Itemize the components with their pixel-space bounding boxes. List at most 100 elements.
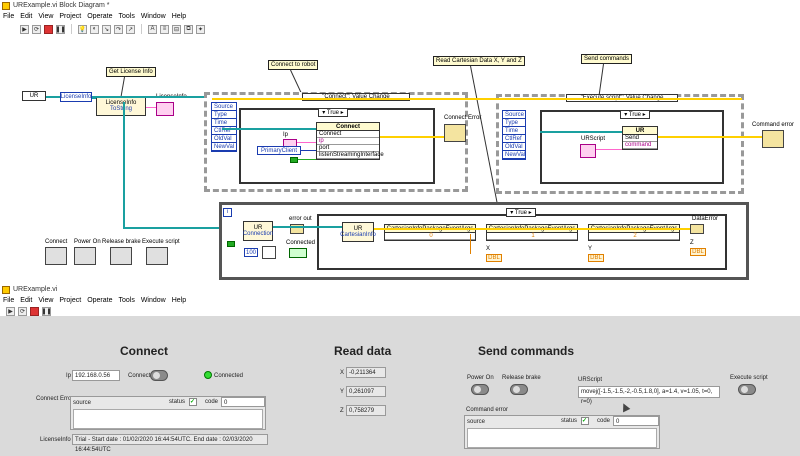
stop-terminal[interactable] xyxy=(227,241,235,247)
menu-project[interactable]: Project xyxy=(59,13,81,20)
case-selector-connect[interactable]: ▾ True ▸ xyxy=(318,108,348,117)
primary-client-constant[interactable]: PrimaryClient xyxy=(257,146,301,155)
toolbar-separator xyxy=(141,24,142,34)
true-constant[interactable] xyxy=(290,157,298,163)
command-error-indicator[interactable] xyxy=(762,130,784,148)
run-continuous-icon[interactable]: ⟳ xyxy=(32,24,41,34)
release-button-terminal[interactable] xyxy=(110,247,132,265)
wait-timer-icon[interactable] xyxy=(262,246,276,259)
connect-toggle[interactable] xyxy=(150,370,168,381)
menu-operate[interactable]: Operate xyxy=(87,297,112,304)
ip-input[interactable]: 192.168.0.56 xyxy=(72,370,120,381)
send-method-node[interactable]: UR Send command xyxy=(622,126,658,150)
highlight-icon[interactable]: 💡 xyxy=(78,24,87,34)
connect-button-terminal[interactable] xyxy=(45,247,67,265)
menu-view[interactable]: View xyxy=(38,13,53,20)
menu-operate[interactable]: Operate xyxy=(87,13,112,20)
poweron-button-terminal[interactable] xyxy=(74,247,96,265)
comment-connect[interactable]: Connect to robot xyxy=(268,60,319,70)
event-args-node-x[interactable]: CartesianInfoPackageEventArgs 0 xyxy=(384,224,476,241)
z-indicator[interactable]: DBL xyxy=(690,248,706,256)
connect-error-indicator[interactable] xyxy=(444,124,466,142)
connect-node-row: ip xyxy=(317,138,379,145)
connect-node-row: Connect xyxy=(317,131,379,138)
step-into-icon[interactable]: ↘ xyxy=(102,24,111,34)
align-icon[interactable]: ≡ xyxy=(160,24,169,34)
cmd-code-input[interactable]: 0 xyxy=(613,416,659,426)
distribute-icon[interactable]: ⊟ xyxy=(172,24,181,34)
menu-edit[interactable]: Edit xyxy=(20,297,32,304)
wait-ms-value: 100 xyxy=(245,249,256,256)
data-error-indicator[interactable] xyxy=(690,224,704,234)
menu-tools[interactable]: Tools xyxy=(118,13,134,20)
ur-constant[interactable]: UR xyxy=(22,91,46,101)
execute-button-terminal[interactable] xyxy=(146,247,168,265)
cleanup-icon[interactable]: ✦ xyxy=(196,24,205,34)
run-icon[interactable]: ▶ xyxy=(6,306,15,316)
connect-method-node[interactable]: Connect Connect ip port listenStreamingI… xyxy=(316,122,384,160)
license-label: LicenseInfo xyxy=(40,437,71,443)
command-error-label: Command error xyxy=(466,407,509,413)
release-brake-toggle[interactable] xyxy=(510,384,528,395)
menu-tools[interactable]: Tools xyxy=(118,297,134,304)
urscript-input[interactable]: movej([-1.5,-1.5,-2,-0.5,1.8,0], a=1.4, … xyxy=(578,386,720,405)
comment-license[interactable]: Get License Info xyxy=(106,67,156,77)
abort-icon[interactable] xyxy=(44,24,53,34)
license-tostring-node[interactable]: LicenseInfo ToString xyxy=(96,96,146,116)
wire-enum xyxy=(301,150,316,151)
event-data-list-connect: Source Type Time CtlRef OldVal NewVal xyxy=(211,102,237,152)
menu-file[interactable]: File xyxy=(3,13,14,20)
connect-error-label: Connect Error xyxy=(444,115,482,121)
loop-iteration-label: i xyxy=(226,209,229,215)
step-out-icon[interactable]: ↗ xyxy=(126,24,135,34)
comment-read[interactable]: Read Cartesian Data X, Y and Z xyxy=(433,56,525,66)
license-info-indicator[interactable] xyxy=(156,102,174,116)
menu-window[interactable]: Window xyxy=(141,297,166,304)
y-indicator[interactable]: DBL xyxy=(588,254,604,262)
cartesian-ur-node[interactable]: UR CartesianInfo xyxy=(340,222,376,242)
comment-send[interactable]: Send commands xyxy=(581,54,633,64)
source-textbox[interactable] xyxy=(73,409,263,429)
menu-help[interactable]: Help xyxy=(172,297,186,304)
run-icon[interactable]: ▶ xyxy=(20,24,29,34)
power-on-toggle[interactable] xyxy=(471,384,489,395)
status-check-icon[interactable]: ✓ xyxy=(189,398,197,406)
run-continuous-icon[interactable]: ⟳ xyxy=(18,306,27,316)
menu-view[interactable]: View xyxy=(38,297,53,304)
menu-window[interactable]: Window xyxy=(141,13,166,20)
diagram-canvas[interactable]: Get License Info Connect to robot Read C… xyxy=(0,36,800,282)
case-selector-execute[interactable]: ▾ True ▸ xyxy=(620,110,650,119)
event-args-node-z[interactable]: CartesianInfoPackageEventArgs 2 xyxy=(588,224,680,241)
pause-icon[interactable]: ❚❚ xyxy=(41,306,52,316)
wait-ms-constant[interactable]: 100 xyxy=(244,248,258,257)
menu-project[interactable]: Project xyxy=(59,297,81,304)
wire-ur-main xyxy=(123,102,125,228)
menu-file[interactable]: File xyxy=(3,297,14,304)
connected-indicator[interactable] xyxy=(289,248,307,258)
menu-edit[interactable]: Edit xyxy=(20,13,32,20)
event-args-node-y[interactable]: CartesianInfoPackageEventArgs 1 xyxy=(486,224,578,241)
wire-string xyxy=(146,107,156,108)
code-input[interactable]: 0 xyxy=(221,397,265,407)
cmd-status-check-icon[interactable]: ✓ xyxy=(581,417,589,425)
execute-script-toggle[interactable] xyxy=(738,384,756,395)
cmd-source-textbox[interactable] xyxy=(467,428,657,448)
x-indicator[interactable]: DBL xyxy=(486,254,502,262)
cartesian-ur-method: CartesianInfo xyxy=(340,232,376,238)
btn-label-execute: Execute script xyxy=(142,239,180,245)
connection-ur-node[interactable]: UR Connection xyxy=(243,221,273,241)
pause-icon[interactable]: ❚❚ xyxy=(55,24,66,34)
retain-wire-icon[interactable]: ◐ xyxy=(90,24,99,34)
titlebar: URExample.vi xyxy=(0,284,800,295)
event-item: Source xyxy=(503,112,525,119)
reorder-icon[interactable]: ⧉ xyxy=(184,24,193,34)
case-structure-read[interactable] xyxy=(317,214,727,270)
event-item: NewVal xyxy=(503,152,526,159)
case-selector-read[interactable]: ▾ True ▸ xyxy=(506,208,536,217)
text-settings-icon[interactable]: A xyxy=(148,24,157,34)
urscript-control[interactable] xyxy=(580,144,596,158)
license-info-node[interactable]: LicenseInfo xyxy=(60,92,92,102)
menu-help[interactable]: Help xyxy=(172,13,186,20)
abort-icon[interactable] xyxy=(30,306,39,316)
step-over-icon[interactable]: ↷ xyxy=(114,24,123,34)
